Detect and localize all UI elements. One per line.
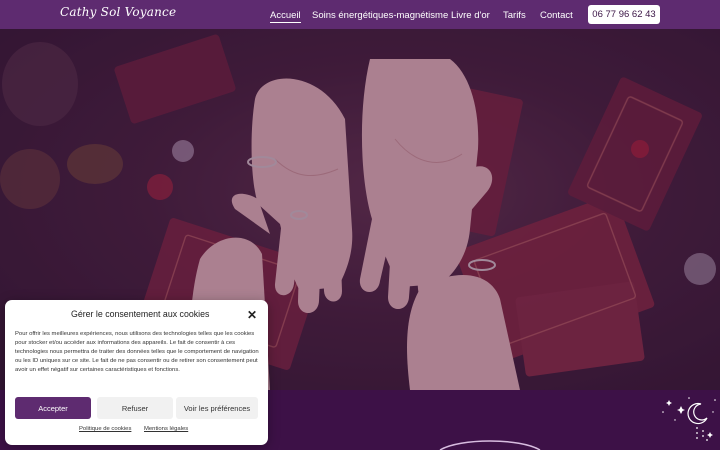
cookie-policy-link[interactable]: Politique de cookies [79,426,131,432]
phone-button[interactable]: 06 77 96 62 43 [588,5,660,24]
nav-soins[interactable]: Soins énergétiques-magnétisme [312,10,448,21]
cookie-consent-modal: Gérer le consentement aux cookies ✕ Pour… [5,300,268,445]
cookie-modal-title: Gérer le consentement aux cookies [71,309,210,319]
site-logo[interactable]: Cathy Sol Voyance [60,5,176,19]
nav-accueil[interactable]: Accueil [270,10,301,23]
legal-notice-link[interactable]: Mentions légales [144,426,188,432]
cookie-modal-text: Pour offrir les meilleures expériences, … [15,331,259,373]
site-header: Cathy Sol Voyance Accueil Soins énergéti… [0,0,720,29]
moon-stars-icon [662,397,716,441]
accept-button[interactable]: Accepter [15,397,91,419]
nav-livre-dor[interactable]: Livre d'or [451,10,490,21]
nav-tarifs[interactable]: Tarifs [503,10,526,21]
preferences-button[interactable]: Voir les préférences [176,397,258,419]
refuse-button[interactable]: Refuser [97,397,173,419]
close-icon[interactable]: ✕ [247,308,257,322]
nav-contact[interactable]: Contact [540,10,573,21]
